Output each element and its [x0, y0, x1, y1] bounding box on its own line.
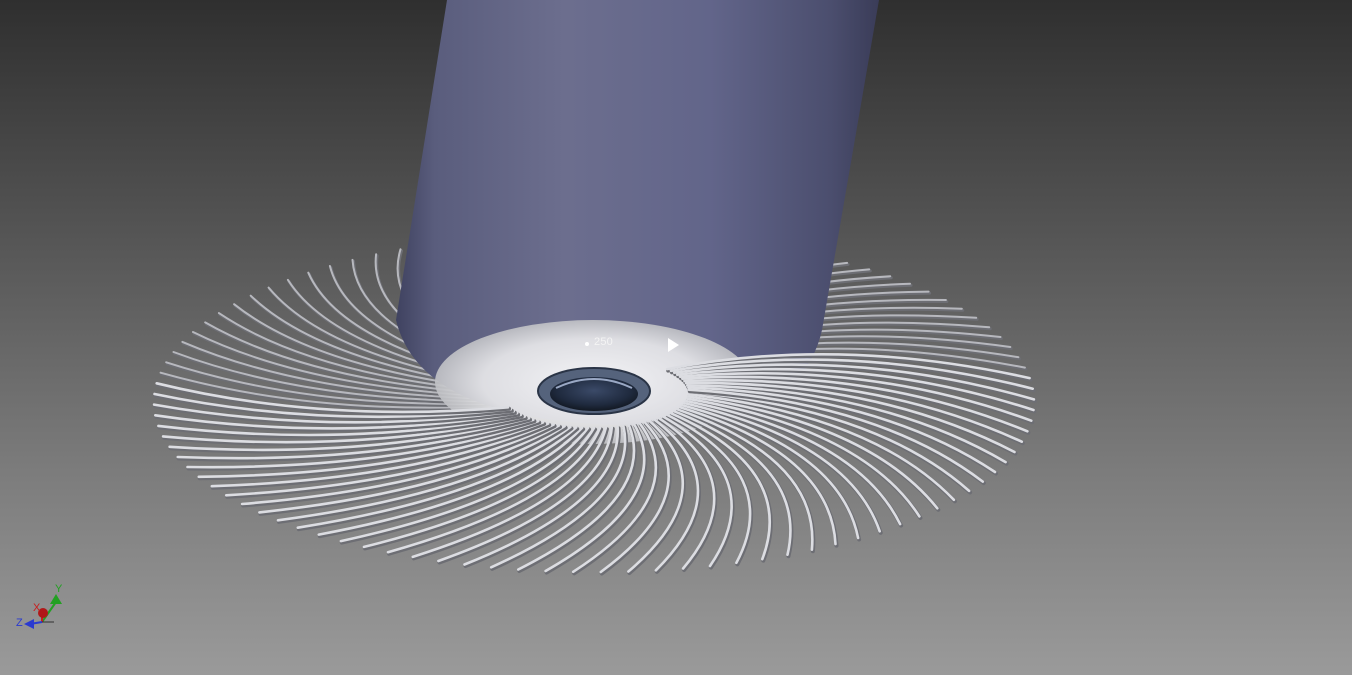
view-triad[interactable]: X Y Z: [14, 584, 70, 634]
3d-viewport[interactable]: 250 X Y Z: [0, 0, 1352, 675]
y-axis-arrow-icon: [50, 594, 62, 604]
hub-bore: [550, 377, 638, 411]
dimension-arrow-handle[interactable]: [668, 338, 679, 352]
dimension-value[interactable]: 250: [594, 336, 613, 348]
dimension-anchor-point: [585, 342, 589, 346]
triad-y-label: Y: [55, 583, 63, 595]
triad-z-label: Z: [16, 617, 23, 629]
z-axis-arrow-icon: [24, 619, 34, 629]
triad-x-label: X: [33, 602, 41, 614]
